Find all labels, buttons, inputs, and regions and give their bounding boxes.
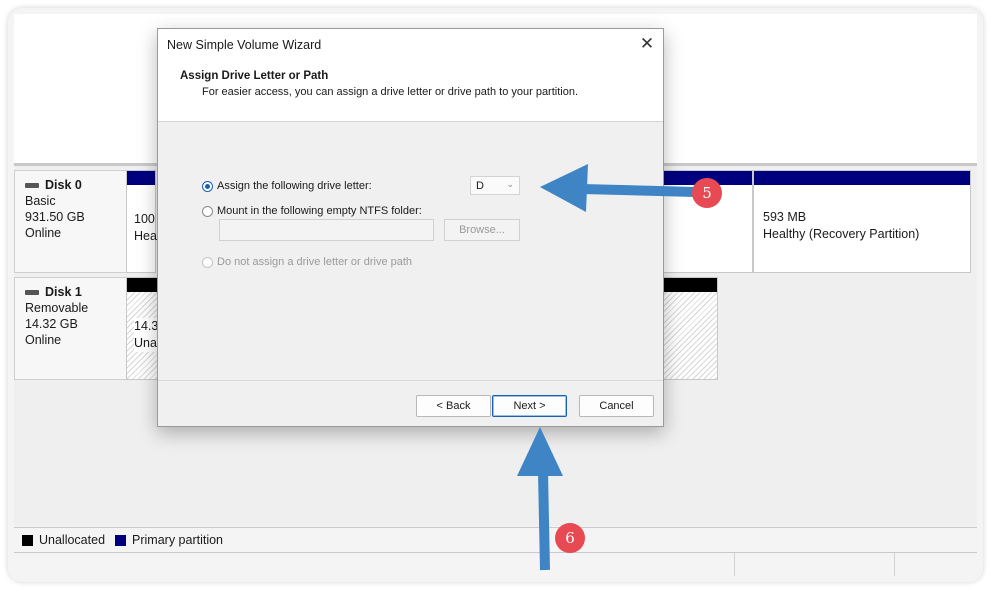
step-6-badge: 6: [555, 523, 585, 553]
arrow-to-next-button: [517, 427, 563, 571]
annotation-arrows: [517, 164, 696, 571]
arrow-to-drive-letter: [540, 164, 696, 212]
step-5-badge: 5: [692, 178, 722, 208]
